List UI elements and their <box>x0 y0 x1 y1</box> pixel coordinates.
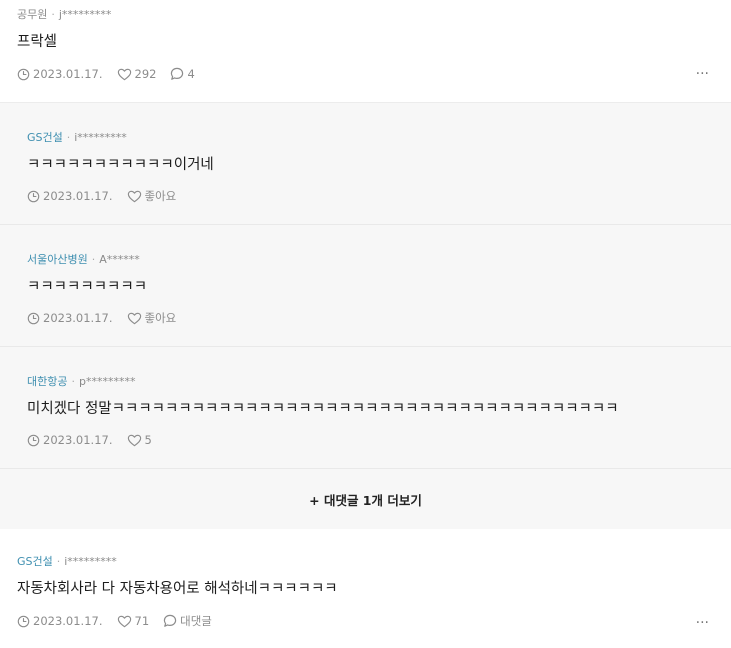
reply-actions: 2023.01.17. 5 <box>27 432 731 448</box>
reply-text: ㅋㅋㅋㅋㅋㅋㅋㅋㅋ <box>27 279 148 295</box>
like-button[interactable]: 좋아요 <box>127 188 177 204</box>
like-label: 좋아요 <box>144 311 177 325</box>
reply-date: 2023.01.17. <box>27 311 113 325</box>
like-label: 좋아요 <box>144 189 177 203</box>
company-name: 공무원 <box>17 8 48 21</box>
reply-meta: 대한항공 · p********* <box>27 375 731 389</box>
comment-date: 2023.01.17. <box>17 614 103 628</box>
comment-date: 2023.01.17. <box>17 67 103 81</box>
like-button[interactable]: 71 <box>117 614 150 628</box>
comment-meta: GS건설 · i********* <box>17 555 731 569</box>
comment-text: 프락셀 <box>17 34 58 50</box>
reply-item: 서울아산병원 · A****** ㅋㅋㅋㅋㅋㅋㅋㅋㅋ 2023.01.17. 좋아요 <box>0 225 731 347</box>
clock-icon <box>17 615 30 627</box>
more-replies-button[interactable]: + 대댓글 1개 더보기 <box>0 469 731 530</box>
reply-date: 2023.01.17. <box>27 189 113 203</box>
heart-icon <box>127 312 141 324</box>
comment-item: GS건설 · i********* 자동차회사라 다 자동차용어로 해석하네ㅋㅋㅋㅋ… <box>0 529 731 648</box>
company-link[interactable]: 서울아산병원 <box>27 253 88 266</box>
comment-thread: 공무원 · j********* 프락셀 2023.01.17. 292 4 ···… <box>0 0 731 648</box>
like-button[interactable]: 5 <box>127 433 152 447</box>
date-text: 2023.01.17. <box>43 433 113 447</box>
meta-separator: · <box>66 131 71 144</box>
comment-item: 공무원 · j********* 프락셀 2023.01.17. 292 4 ··· <box>0 0 731 102</box>
reply-item: 대한항공 · p********* 미치겠다 정말ㅋㅋㅋㅋㅋㅋㅋㅋㅋㅋㅋㅋㅋㅋㅋㅋㅋ… <box>0 347 731 469</box>
reply-button[interactable]: 대댓글 <box>163 613 212 629</box>
like-count: 5 <box>144 433 152 447</box>
heart-icon <box>117 68 131 80</box>
company-link[interactable]: GS건설 <box>27 131 63 144</box>
reply-actions: 2023.01.17. 좋아요 <box>27 310 731 326</box>
like-button[interactable]: 292 <box>117 67 157 81</box>
meta-separator: · <box>56 555 61 568</box>
user-name: p********* <box>78 375 136 388</box>
date-text: 2023.01.17. <box>43 311 113 325</box>
clock-icon <box>27 312 40 324</box>
clock-icon <box>17 68 30 80</box>
company-link[interactable]: GS건설 <box>17 555 53 568</box>
heart-icon <box>117 615 131 627</box>
user-name: i********* <box>74 131 127 144</box>
clock-icon <box>27 190 40 202</box>
date-text: 2023.01.17. <box>43 189 113 203</box>
reply-list: GS건설 · i********* ㅋㅋㅋㅋㅋㅋㅋㅋㅋㅋㅋ이거네 2023.01.1… <box>0 102 731 530</box>
like-button[interactable]: 좋아요 <box>127 310 177 326</box>
reply-item: GS건설 · i********* ㅋㅋㅋㅋㅋㅋㅋㅋㅋㅋㅋ이거네 2023.01.1… <box>0 103 731 225</box>
date-text: 2023.01.17. <box>33 67 103 81</box>
heart-icon <box>127 434 141 446</box>
user-name: j********* <box>58 8 112 21</box>
date-text: 2023.01.17. <box>33 614 103 628</box>
comment-meta: 공무원 · j********* <box>17 8 731 22</box>
comment-text: 자동차회사라 다 자동차용어로 해석하네ㅋㅋㅋㅋㅋㅋ <box>17 581 338 597</box>
heart-icon <box>127 190 141 202</box>
comment-icon <box>163 614 177 627</box>
like-count: 71 <box>134 614 150 628</box>
company-link[interactable]: 대한항공 <box>27 375 67 388</box>
comment-icon <box>171 67 184 80</box>
reply-meta: GS건설 · i********* <box>27 131 731 145</box>
user-name: A****** <box>99 253 140 266</box>
more-options-icon[interactable]: ··· <box>696 615 709 631</box>
more-options-icon[interactable]: ··· <box>696 66 709 82</box>
reply-meta: 서울아산병원 · A****** <box>27 253 731 267</box>
comment-actions: 2023.01.17. 71 대댓글 <box>17 613 731 629</box>
comment-actions: 2023.01.17. 292 4 <box>17 66 731 82</box>
meta-separator: · <box>71 375 75 388</box>
reply-date: 2023.01.17. <box>27 433 113 447</box>
reply-count-button[interactable]: 4 <box>170 67 195 81</box>
reply-actions: 2023.01.17. 좋아요 <box>27 188 731 204</box>
reply-label: 대댓글 <box>180 614 212 628</box>
reply-text: ㅋㅋㅋㅋㅋㅋㅋㅋㅋㅋㅋ이거네 <box>27 157 214 173</box>
user-name: i********* <box>64 555 117 568</box>
clock-icon <box>27 434 40 446</box>
meta-separator: · <box>91 253 96 266</box>
meta-separator: · <box>51 8 55 21</box>
reply-text: 미치겠다 정말ㅋㅋㅋㅋㅋㅋㅋㅋㅋㅋㅋㅋㅋㅋㅋㅋㅋㅋㅋㅋㅋㅋㅋㅋㅋㅋㅋㅋㅋㅋㅋㅋㅋ… <box>27 401 619 417</box>
like-count: 292 <box>134 67 157 81</box>
reply-count: 4 <box>187 67 195 81</box>
